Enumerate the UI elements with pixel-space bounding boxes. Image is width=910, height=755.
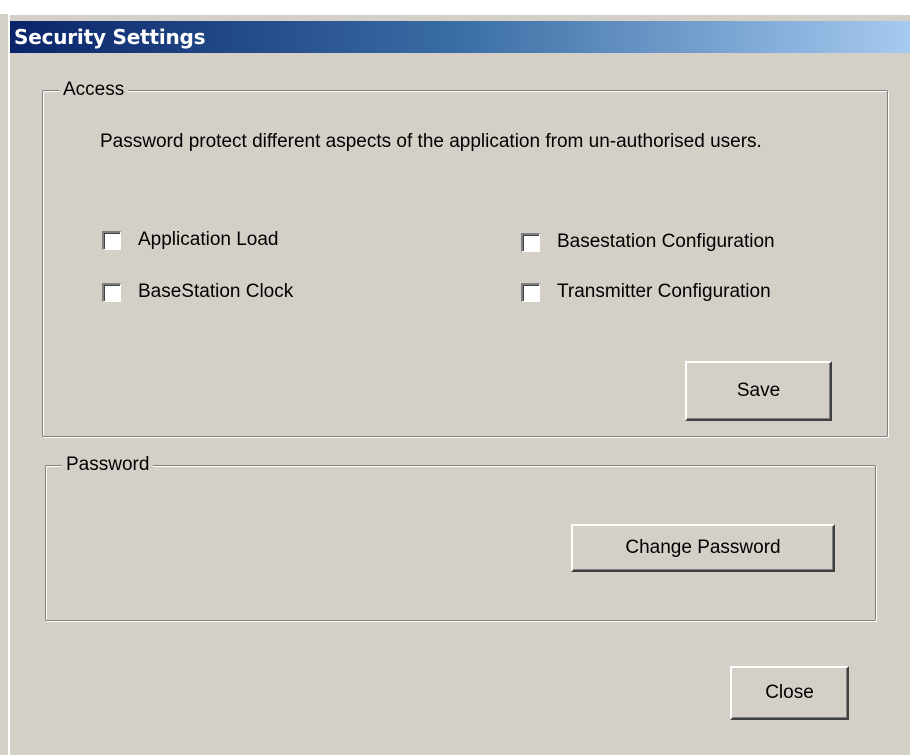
transmitter-configuration-checkbox[interactable] [521,282,540,302]
transmitter-configuration-checkbox-row[interactable]: Transmitter Configuration [521,281,771,303]
basestation-configuration-label: Basestation Configuration [557,231,775,252]
close-button[interactable]: Close [730,666,849,720]
password-legend: Password [62,454,154,476]
access-legend: Access [59,79,129,101]
title-bar[interactable]: Security Settings [10,21,910,53]
basestation-clock-checkbox[interactable] [102,282,121,302]
basestation-configuration-checkbox[interactable] [521,232,540,252]
change-password-button[interactable]: Change Password [571,524,835,572]
basestation-clock-label: BaseStation Clock [138,281,294,302]
basestation-configuration-checkbox-row[interactable]: Basestation Configuration [521,231,775,253]
transmitter-configuration-label: Transmitter Configuration [557,281,771,302]
application-load-checkbox-row[interactable]: Application Load [102,229,279,251]
basestation-clock-checkbox-row[interactable]: BaseStation Clock [102,281,293,303]
application-load-label: Application Load [138,229,279,250]
access-description: Password protect different aspects of th… [100,131,762,152]
page-background-strip [0,0,910,14]
window-title: Security Settings [14,25,206,49]
access-groupbox: Access Password protect different aspect… [42,79,888,437]
application-load-checkbox[interactable] [102,230,121,250]
save-button[interactable]: Save [685,361,832,421]
security-settings-dialog: Security Settings Access Password protec… [8,14,910,755]
password-groupbox: Password Change Password [45,454,876,621]
